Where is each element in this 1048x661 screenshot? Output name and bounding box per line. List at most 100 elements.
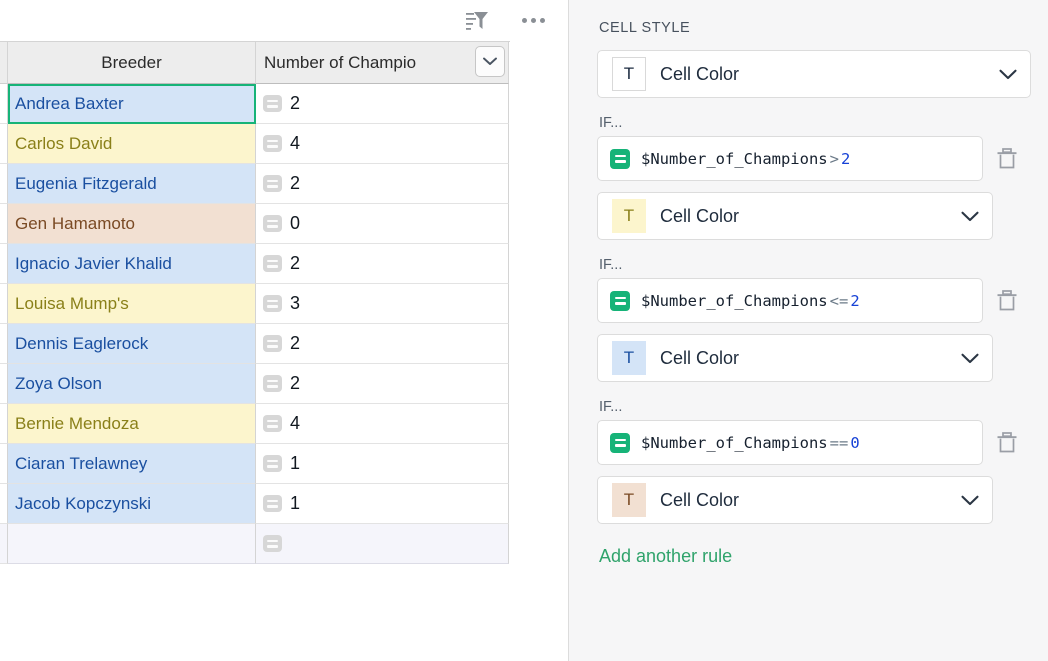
color-swatch: T [612, 199, 646, 233]
trash-icon[interactable] [995, 146, 1020, 172]
row-gutter[interactable] [0, 284, 8, 324]
sort-filter-icon[interactable] [464, 8, 490, 34]
formula-line [267, 425, 278, 428]
row-gutter[interactable] [0, 404, 8, 444]
grid-header-row: Breeder Number of Champio [0, 42, 510, 84]
condition-value: 2 [850, 292, 859, 310]
cell-number-of-champions[interactable]: 0 [256, 204, 509, 244]
formula-icon [263, 335, 282, 352]
conditional-rules-list: IF... $Number_of_Champions > 2 TCell Color… [597, 115, 1020, 524]
cell-breeder[interactable]: Andrea Baxter [8, 84, 256, 124]
cell-value: 1 [290, 493, 300, 514]
chevron-down-icon[interactable] [960, 353, 980, 364]
trash-icon[interactable] [995, 430, 1020, 456]
formula-line [615, 439, 626, 442]
cell-breeder[interactable]: Louisa Mump's [8, 284, 256, 324]
column-header-number-of-champions[interactable]: Number of Champio [256, 42, 509, 84]
column-header-breeder[interactable]: Breeder [8, 42, 256, 84]
cell-number-of-champions[interactable]: 4 [256, 124, 509, 164]
color-swatch: T [612, 341, 646, 375]
cell-breeder[interactable]: Bernie Mendoza [8, 404, 256, 444]
new-record-row[interactable] [0, 524, 510, 564]
row-gutter[interactable] [0, 244, 8, 284]
condition-column-ref: $Number_of_Champions [641, 292, 828, 310]
cell-breeder[interactable]: Carlos David [8, 124, 256, 164]
cell-breeder[interactable]: Eugenia Fitzgerald [8, 164, 256, 204]
row-gutter[interactable] [0, 364, 8, 404]
row-gutter[interactable] [0, 324, 8, 364]
conditional-rule: IF...$Number_of_Champions > 2TCell Color [597, 115, 1020, 240]
column-menu-chevron-down-icon[interactable] [475, 46, 505, 77]
rule-cell-color-select[interactable]: TCell Color [597, 476, 993, 524]
cell-number-of-champions[interactable]: 2 [256, 364, 509, 404]
formula-line [267, 260, 278, 263]
cell-number-of-champions[interactable]: 2 [256, 164, 509, 204]
rule-cell-color-select[interactable]: TCell Color [597, 192, 993, 240]
rule-condition-row: $Number_of_Champions <= 2 [597, 278, 1020, 323]
cell-number-of-champions[interactable]: 2 [256, 324, 509, 364]
condition-formula-input[interactable]: $Number_of_Champions <= 2 [597, 278, 983, 323]
formula-icon [610, 433, 630, 453]
trash-icon[interactable] [995, 288, 1020, 314]
row-gutter[interactable] [0, 164, 8, 204]
formula-line [267, 185, 278, 188]
condition-value: 2 [841, 150, 850, 168]
table-row: Louisa Mump's3 [0, 284, 510, 324]
row-gutter[interactable] [0, 204, 8, 244]
cell-breeder[interactable]: Dennis Eaglerock [8, 324, 256, 364]
if-label: IF... [599, 257, 1020, 273]
chevron-down-icon[interactable] [960, 211, 980, 222]
formula-icon [263, 495, 282, 512]
if-label: IF... [599, 399, 1020, 415]
condition-value: 0 [850, 434, 859, 452]
cell-number-of-champions[interactable]: 2 [256, 244, 509, 284]
cell-number-of-champions[interactable]: 1 [256, 484, 509, 524]
chevron-down-icon[interactable] [960, 495, 980, 506]
formula-line [615, 444, 626, 447]
base-cell-color-select[interactable]: T Cell Color [597, 50, 1031, 98]
row-gutter[interactable] [0, 524, 8, 564]
cell-number-of-champions-new[interactable] [256, 524, 509, 564]
add-another-rule-link[interactable]: Add another rule [599, 546, 1020, 567]
cell-breeder[interactable]: Jacob Kopczynski [8, 484, 256, 524]
cell-value: 2 [290, 373, 300, 394]
cell-breeder-new[interactable] [8, 524, 256, 564]
conditional-rule: IF... $Number_of_Champions == 0 TCell Colo… [597, 399, 1020, 524]
row-gutter[interactable] [0, 484, 8, 524]
cell-number-of-champions[interactable]: 3 [256, 284, 509, 324]
rule-cell-color-select[interactable]: TCell Color [597, 334, 993, 382]
formula-line [267, 505, 278, 508]
cell-breeder[interactable]: Zoya Olson [8, 364, 256, 404]
formula-icon [263, 455, 282, 472]
table-row: Carlos David4 [0, 124, 510, 164]
formula-icon [263, 175, 282, 192]
condition-operator: <= [830, 292, 849, 310]
cell-breeder[interactable]: Ignacio Javier Khalid [8, 244, 256, 284]
data-grid: Breeder Number of Champio Andrea Baxter2… [0, 41, 510, 564]
row-gutter[interactable] [0, 124, 8, 164]
formula-line [267, 345, 278, 348]
formula-icon [610, 291, 630, 311]
condition-formula-input[interactable]: $Number_of_Champions == 0 [597, 420, 983, 465]
table-row: Zoya Olson 2 [0, 364, 510, 404]
condition-formula-input[interactable]: $Number_of_Champions > 2 [597, 136, 983, 181]
cell-breeder[interactable]: Ciaran Trelawney [8, 444, 256, 484]
chevron-down-icon[interactable] [998, 69, 1018, 80]
swatch-letter: T [624, 348, 634, 368]
formula-line [615, 155, 626, 158]
cell-number-of-champions[interactable]: 4 [256, 404, 509, 444]
row-gutter[interactable] [0, 84, 8, 124]
cell-value: 2 [290, 333, 300, 354]
cell-number-of-champions[interactable]: 1 [256, 444, 509, 484]
more-options-icon[interactable] [520, 8, 546, 34]
row-gutter[interactable] [0, 444, 8, 484]
cell-breeder[interactable]: Gen Hamamoto [8, 204, 256, 244]
condition-column-ref: $Number_of_Champions [641, 434, 828, 452]
cell-value: 2 [290, 253, 300, 274]
rule-condition-row: $Number_of_Champions > 2 [597, 136, 1020, 181]
column-header-label: Number of Champio [264, 53, 416, 73]
cell-number-of-champions[interactable]: 2 [256, 84, 509, 124]
formula-line [267, 540, 278, 543]
formula-line [267, 545, 278, 548]
grid-pane: Breeder Number of Champio Andrea Baxter2… [0, 0, 569, 661]
